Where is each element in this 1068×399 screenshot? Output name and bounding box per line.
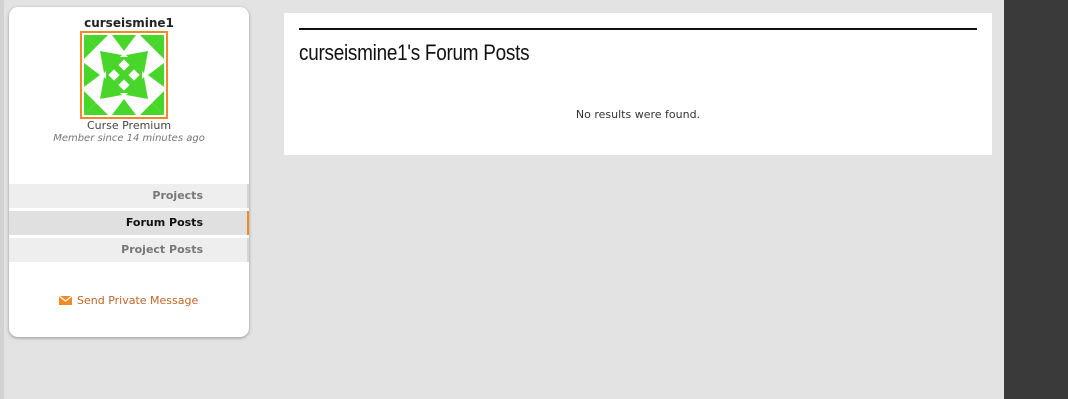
nav-item-project-posts[interactable]: Project Posts xyxy=(9,238,249,262)
avatar[interactable] xyxy=(80,31,168,119)
right-dark-sidebar xyxy=(1004,0,1068,399)
identicon-image xyxy=(82,33,166,117)
nav-item-forum-posts[interactable]: Forum Posts xyxy=(9,211,249,235)
profile-rank: Curse Premium xyxy=(86,119,172,132)
envelope-icon xyxy=(59,296,72,305)
empty-results-message: No results were found. xyxy=(575,108,701,121)
profile-username: curseismine1 xyxy=(84,16,174,30)
left-edge-strip xyxy=(0,0,4,399)
forum-posts-panel: curseismine1's Forum Posts No results we… xyxy=(284,13,992,155)
nav-item-projects[interactable]: Projects xyxy=(9,184,249,208)
profile-nav: Projects Forum Posts Project Posts xyxy=(9,184,249,265)
member-since: Member since 14 minutes ago xyxy=(53,133,205,144)
title-divider xyxy=(299,28,977,30)
send-private-message-link[interactable]: Send Private Message xyxy=(59,294,198,307)
profile-card: curseismine1 Curse Premium Member since … xyxy=(9,7,249,337)
send-private-message-label: Send Private Message xyxy=(77,294,199,307)
page-title: curseismine1's Forum Posts xyxy=(299,40,530,65)
